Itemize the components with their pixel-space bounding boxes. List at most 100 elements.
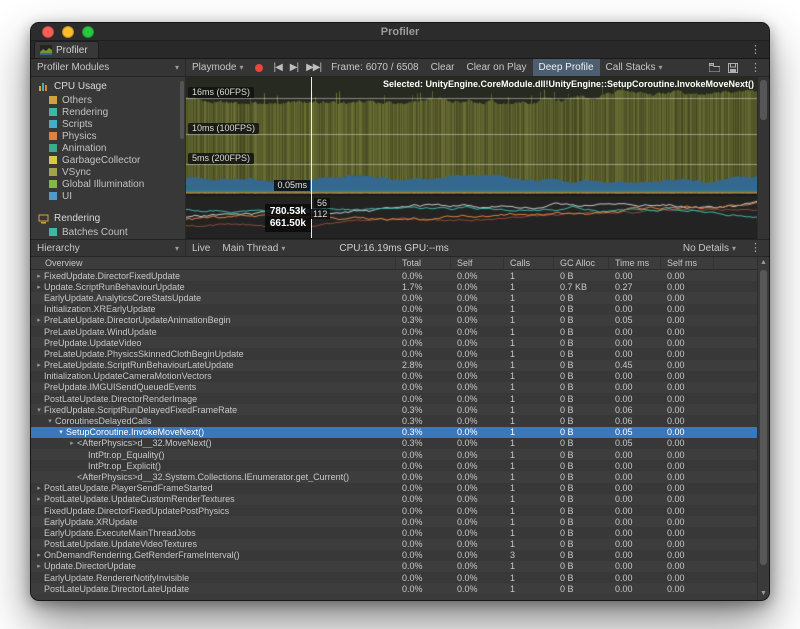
table-row[interactable]: PreLateUpdate.PhysicsSkinnedClothBeginUp… [31,348,757,359]
table-row[interactable]: ▾SetupCoroutine.InvokeMoveNext()0.3%0.0%… [31,427,757,438]
module-cpu-usage[interactable]: CPU Usage [31,79,185,94]
legend-item-vsync[interactable]: VSync [31,166,185,178]
hierarchy-menu-icon[interactable]: ⋮ [742,240,769,256]
scroll-up-icon[interactable]: ▲ [758,257,769,269]
legend-color-swatch [49,96,57,104]
table-row[interactable]: ▸Update.DirectorUpdate0.0%0.0%10 B0.000.… [31,561,757,572]
table-row[interactable]: ▸PreLateUpdate.ScriptRunBehaviourLateUpd… [31,360,757,371]
hierarchy-mode-dropdown[interactable]: Hierarchy ▾ [31,240,186,256]
table-row[interactable]: ▾CoroutinesDelayedCalls0.3%0.0%10 B0.060… [31,415,757,426]
table-row[interactable]: FixedUpdate.DirectorFixedUpdatePostPhysi… [31,505,757,516]
column-header-self[interactable]: Self [451,257,504,269]
chart-area[interactable]: Selected: UnityEngine.CoreModule.dll!Uni… [186,77,759,239]
cell-self: 0.0% [451,349,504,359]
table-row[interactable]: Initialization.XREarlyUpdate0.0%0.0%10 B… [31,304,757,315]
table-row[interactable]: EarlyUpdate.RendererNotifyInvisible0.0%0… [31,572,757,583]
table-row[interactable]: EarlyUpdate.AnalyticsCoreStatsUpdate0.0%… [31,292,757,303]
cell-self: 0.0% [451,517,504,527]
load-profile-icon[interactable] [705,59,724,76]
legend-item-rendering[interactable]: Rendering [31,106,185,118]
tree-arrow-icon[interactable]: ▸ [34,283,44,291]
zoom-button[interactable] [82,26,94,38]
previous-frame-button[interactable]: |◀ [269,59,285,76]
current-frame-button[interactable]: ▶▶| [302,59,325,76]
tree-arrow-icon[interactable]: ▾ [56,428,66,436]
table-row[interactable]: IntPtr.op_Explicit()0.0%0.0%10 B0.000.00 [31,460,757,471]
playmode-dropdown[interactable]: Playmode ▾ [186,59,249,76]
minimize-button[interactable] [62,26,74,38]
tree-arrow-icon[interactable]: ▸ [34,361,44,369]
table-row[interactable]: PostLateUpdate.UpdateVideoTextures0.0%0.… [31,539,757,550]
column-header-overview[interactable]: Overview [31,257,396,269]
tree-arrow-icon[interactable]: ▸ [67,439,77,447]
column-header-gc-alloc[interactable]: GC Alloc [554,257,609,269]
tree-arrow-icon[interactable]: ▸ [34,551,44,559]
tree-arrow-icon[interactable]: ▾ [45,417,55,425]
table-row[interactable]: Initialization.UpdateCameraMotionVectors… [31,371,757,382]
column-header-calls[interactable]: Calls [504,257,554,269]
titlebar[interactable]: Profiler [31,23,769,41]
legend-item-animation[interactable]: Animation [31,142,185,154]
save-profile-icon[interactable] [724,59,742,76]
tab-menu-icon[interactable]: ⋮ [742,42,769,58]
legend-item-scripts[interactable]: Scripts [31,118,185,130]
table-row[interactable]: PostLateUpdate.DirectorLateUpdate0.0%0.0… [31,583,757,594]
toolbar-menu-icon[interactable]: ⋮ [742,59,769,76]
legend-item-batches-count[interactable]: Batches Count [31,226,185,238]
table-row[interactable]: PreUpdate.UpdateVideo0.0%0.0%10 B0.000.0… [31,337,757,348]
scroll-down-icon[interactable]: ▼ [758,588,769,600]
live-toggle[interactable]: Live [186,240,216,256]
tree-arrow-icon[interactable]: ▸ [34,562,44,570]
legend-item-global-illumination[interactable]: Global Illumination [31,178,185,190]
legend-item-ui[interactable]: UI [31,190,185,202]
tree-arrow-icon[interactable]: ▸ [34,316,44,324]
table-row[interactable]: ▸PostLateUpdate.UpdateCustomRenderTextur… [31,494,757,505]
table-row[interactable]: ▸<AfterPhysics>d__32.MoveNext()0.3%0.0%1… [31,438,757,449]
tree-arrow-icon[interactable]: ▸ [34,495,44,503]
tab-profiler[interactable]: Profiler [34,41,99,58]
legend-item-physics[interactable]: Physics [31,130,185,142]
cell-gc: 0 B [554,539,609,549]
tree-arrow-icon[interactable]: ▸ [34,484,44,492]
cpu-usage-chart[interactable] [186,77,759,194]
clear-on-play-toggle[interactable]: Clear on Play [460,59,532,76]
table-row[interactable]: ▸Update.ScriptRunBehaviourUpdate1.7%0.0%… [31,281,757,292]
table-row[interactable]: ▾FixedUpdate.ScriptRunDelayedFixedFrameR… [31,404,757,415]
legend-item-others[interactable]: Others [31,94,185,106]
clear-button[interactable]: Clear [425,59,461,76]
table-row[interactable]: ▸FixedUpdate.DirectorFixedUpdate0.0%0.0%… [31,270,757,281]
table-row[interactable]: EarlyUpdate.XRUpdate0.0%0.0%10 B0.000.00 [31,516,757,527]
close-button[interactable] [42,26,54,38]
next-frame-button[interactable]: ▶| [286,59,302,76]
tree-arrow-icon[interactable]: ▾ [34,406,44,414]
row-label-cell: ▸PostLateUpdate.PlayerSendFrameStarted [31,483,396,493]
table-row[interactable]: ▸OnDemandRendering.GetRenderFrameInterva… [31,550,757,561]
cell-self_ms: 0.00 [661,494,714,504]
record-button[interactable] [249,59,269,76]
column-header-self-ms[interactable]: Self ms [661,257,714,269]
row-label: <AfterPhysics>d__32.MoveNext() [77,438,212,448]
modules-scrollbar-thumb[interactable] [180,81,184,139]
table-row[interactable]: EarlyUpdate.ExecuteMainThreadJobs0.0%0.0… [31,527,757,538]
deep-profile-toggle[interactable]: Deep Profile [533,59,600,76]
module-rendering[interactable]: Rendering [31,211,185,226]
column-header-time-ms[interactable]: Time ms [609,257,661,269]
details-view-dropdown[interactable]: No Details ▾ [677,240,742,256]
table-scrollbar-thumb[interactable] [760,270,767,565]
column-header-total[interactable]: Total [396,257,451,269]
table-row[interactable]: PostLateUpdate.DirectorRenderImage0.0%0.… [31,393,757,404]
table-row[interactable]: PreUpdate.IMGUISendQueuedEvents0.0%0.0%1… [31,382,757,393]
table-row[interactable]: IntPtr.op_Equality()0.0%0.0%10 B0.000.00 [31,449,757,460]
table-row[interactable]: ▸PreLateUpdate.DirectorUpdateAnimationBe… [31,315,757,326]
tree-arrow-icon[interactable]: ▸ [34,272,44,280]
call-stacks-dropdown[interactable]: Call Stacks ▾ [600,59,669,76]
profiler-modules-dropdown[interactable]: Profiler Modules ▾ [31,59,186,76]
table-row[interactable]: PreLateUpdate.WindUpdate0.0%0.0%10 B0.00… [31,326,757,337]
chart-scrollbar-thumb[interactable] [760,80,767,120]
thread-dropdown[interactable]: Main Thread ▾ [216,240,291,256]
table-row[interactable]: <AfterPhysics>d__32.System.Collections.I… [31,471,757,482]
table-scrollbar[interactable]: ▲ ▼ [757,257,769,600]
legend-item-garbagecollector[interactable]: GarbageCollector [31,154,185,166]
chart-scrollbar[interactable] [757,77,769,239]
table-row[interactable]: ▸PostLateUpdate.PlayerSendFrameStarted0.… [31,483,757,494]
